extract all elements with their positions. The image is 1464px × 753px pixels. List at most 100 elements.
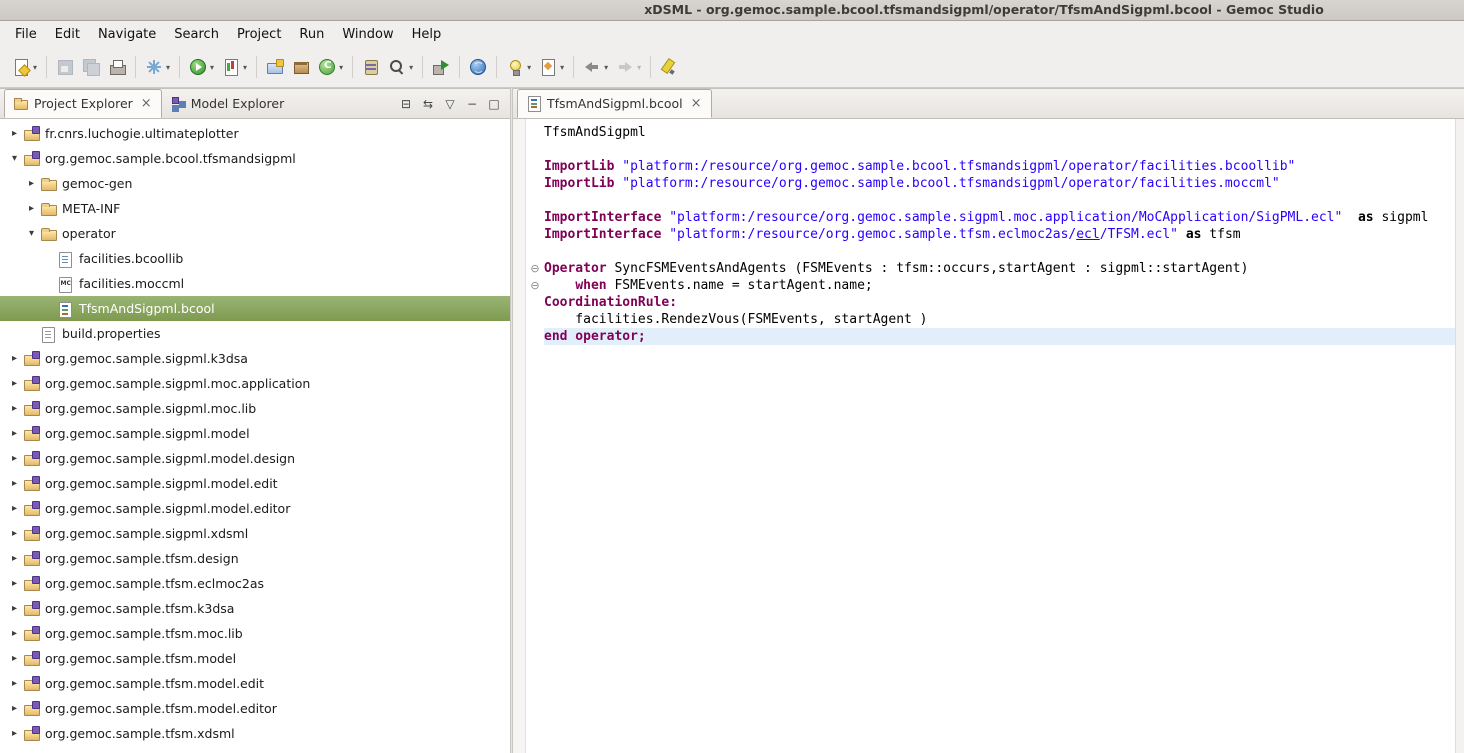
expand-arrow-icon[interactable]: ▸ [23, 178, 40, 189]
expand-arrow-icon[interactable]: ▸ [6, 628, 23, 639]
fold-marker-icon[interactable]: ⊖ [526, 260, 544, 277]
collapse-arrow-icon[interactable]: ▾ [23, 228, 40, 239]
tree-item-org-gemoc-sample-sigpml-model-design[interactable]: ▸org.gemoc.sample.sigpml.model.design [0, 446, 510, 471]
expand-arrow-icon[interactable]: ▸ [6, 478, 23, 489]
dropdown-arrow-icon[interactable]: ▾ [560, 63, 564, 72]
tree-item-gemoc-gen[interactable]: ▸gemoc-gen [0, 171, 510, 196]
menu-item-search[interactable]: Search [165, 23, 228, 46]
dropdown-arrow-icon[interactable]: ▾ [527, 63, 531, 72]
tree-item-org-gemoc-sample-tfsm-design[interactable]: ▸org.gemoc.sample.tfsm.design [0, 546, 510, 571]
tree-item-facilities-moccml[interactable]: facilities.moccml [0, 271, 510, 296]
open-plugin-artifact-button[interactable] [359, 54, 383, 80]
new-class-button[interactable]: ▾ [315, 54, 346, 80]
view-menu-icon[interactable]: ▽ [439, 94, 461, 114]
next-annotation-button[interactable]: ▾ [536, 54, 567, 80]
expand-arrow-icon[interactable]: ▸ [6, 128, 23, 139]
expand-arrow-icon[interactable]: ▸ [6, 453, 23, 464]
code-line-12[interactable]: facilities.RendezVous(FSMEvents, startAg… [526, 311, 1455, 328]
expand-arrow-icon[interactable]: ▸ [6, 653, 23, 664]
tree-item-org-gemoc-sample-sigpml-k3dsa[interactable]: ▸org.gemoc.sample.sigpml.k3dsa [0, 346, 510, 371]
gemoc-engine-button[interactable]: ▾ [142, 54, 173, 80]
menu-item-navigate[interactable]: Navigate [89, 23, 165, 46]
menu-item-run[interactable]: Run [290, 23, 333, 46]
tree-item-meta-inf[interactable]: ▸META-INF [0, 196, 510, 221]
tree-item-operator[interactable]: ▾operator [0, 221, 510, 246]
editor-tab-tfsmandsigpml-bcool[interactable]: TfsmAndSigpml.bcool× [517, 89, 712, 118]
tree-item-org-gemoc-sample-sigpml-moc-lib[interactable]: ▸org.gemoc.sample.sigpml.moc.lib [0, 396, 510, 421]
code-line-13[interactable]: end operator; [526, 328, 1455, 345]
code-line-2[interactable] [526, 141, 1455, 158]
highlight-marker-button[interactable] [657, 54, 681, 80]
maximize-icon[interactable]: □ [483, 94, 505, 114]
expand-arrow-icon[interactable]: ▸ [6, 703, 23, 714]
close-icon[interactable]: × [691, 97, 702, 110]
menu-item-edit[interactable]: Edit [46, 23, 89, 46]
code-line-5[interactable] [526, 192, 1455, 209]
tree-item-org-gemoc-sample-tfsm-k3dsa[interactable]: ▸org.gemoc.sample.tfsm.k3dsa [0, 596, 510, 621]
code-line-7[interactable]: ImportInterface "platform:/resource/org.… [526, 226, 1455, 243]
expand-arrow-icon[interactable]: ▸ [6, 553, 23, 564]
expand-arrow-icon[interactable]: ▸ [6, 578, 23, 589]
expand-arrow-icon[interactable]: ▸ [6, 428, 23, 439]
collapse-arrow-icon[interactable]: ▾ [6, 153, 23, 164]
back-button[interactable]: ▾ [580, 54, 611, 80]
tree-item-org-gemoc-sample-tfsm-eclmoc2as[interactable]: ▸org.gemoc.sample.tfsm.eclmoc2as [0, 571, 510, 596]
dropdown-arrow-icon[interactable]: ▾ [409, 63, 413, 72]
expand-arrow-icon[interactable]: ▸ [6, 678, 23, 689]
code-line-10[interactable]: ⊖ when FSMEvents.name = startAgent.name; [526, 277, 1455, 294]
view-tab-model-explorer[interactable]: Model Explorer [162, 89, 294, 118]
web-browser-button[interactable] [466, 54, 490, 80]
code-line-1[interactable]: TfsmAndSigpml [526, 124, 1455, 141]
tree-item-build-properties[interactable]: build.properties [0, 321, 510, 346]
expand-arrow-icon[interactable]: ▸ [6, 528, 23, 539]
external-tools-button[interactable] [429, 54, 453, 80]
tree-item-org-gemoc-sample-tfsm-xdsml[interactable]: ▸org.gemoc.sample.tfsm.xdsml [0, 721, 510, 746]
tree-item-org-gemoc-sample-tfsm-model-editor[interactable]: ▸org.gemoc.sample.tfsm.model.editor [0, 696, 510, 721]
expand-arrow-icon[interactable]: ▸ [6, 503, 23, 514]
tree-item-fr-cnrs-luchogie-ultimateplotter[interactable]: ▸fr.cnrs.luchogie.ultimateplotter [0, 121, 510, 146]
tree-item-org-gemoc-sample-sigpml-model-edit[interactable]: ▸org.gemoc.sample.sigpml.model.edit [0, 471, 510, 496]
tree-item-tfsmandsigpml-bcool[interactable]: TfsmAndSigpml.bcool [0, 296, 510, 321]
dropdown-arrow-icon[interactable]: ▾ [210, 63, 214, 72]
open-task-button[interactable]: ▾ [503, 54, 534, 80]
run-button[interactable]: ▾ [186, 54, 217, 80]
code-area[interactable]: TfsmAndSigpml ImportLib "platform:/resour… [526, 119, 1455, 753]
code-line-6[interactable]: ImportInterface "platform:/resource/org.… [526, 209, 1455, 226]
expand-arrow-icon[interactable]: ▸ [6, 603, 23, 614]
tree-item-facilities-bcoollib[interactable]: facilities.bcoollib [0, 246, 510, 271]
tree-item-org-gemoc-sample-sigpml-model[interactable]: ▸org.gemoc.sample.sigpml.model [0, 421, 510, 446]
menu-item-project[interactable]: Project [228, 23, 290, 46]
code-line-3[interactable]: ImportLib "platform:/resource/org.gemoc.… [526, 158, 1455, 175]
new-java-project-button[interactable] [263, 54, 287, 80]
close-icon[interactable]: × [141, 97, 152, 110]
menu-item-help[interactable]: Help [403, 23, 451, 46]
tree-item-org-gemoc-sample-sigpml-xdsml[interactable]: ▸org.gemoc.sample.sigpml.xdsml [0, 521, 510, 546]
tree-item-org-gemoc-sample-tfsm-moc-lib[interactable]: ▸org.gemoc.sample.tfsm.moc.lib [0, 621, 510, 646]
dropdown-arrow-icon[interactable]: ▾ [243, 63, 247, 72]
search-button[interactable]: ▾ [385, 54, 416, 80]
code-line-11[interactable]: CoordinationRule: [526, 294, 1455, 311]
dropdown-arrow-icon[interactable]: ▾ [339, 63, 343, 72]
titlebar[interactable]: xDSML - org.gemoc.sample.bcool.tfsmandsi… [0, 0, 1464, 21]
expand-arrow-icon[interactable]: ▸ [23, 203, 40, 214]
tree-item-org-gemoc-sample-sigpml-model-editor[interactable]: ▸org.gemoc.sample.sigpml.model.editor [0, 496, 510, 521]
code-line-8[interactable] [526, 243, 1455, 260]
dropdown-arrow-icon[interactable]: ▾ [33, 63, 37, 72]
tree-item-org-gemoc-sample-sigpml-moc-application[interactable]: ▸org.gemoc.sample.sigpml.moc.application [0, 371, 510, 396]
view-tab-project-explorer[interactable]: Project Explorer× [4, 89, 162, 118]
code-line-9[interactable]: ⊖Operator SyncFSMEventsAndAgents (FSMEve… [526, 260, 1455, 277]
dropdown-arrow-icon[interactable]: ▾ [166, 63, 170, 72]
coverage-button[interactable]: ▾ [219, 54, 250, 80]
expand-arrow-icon[interactable]: ▸ [6, 403, 23, 414]
tree-item-org-gemoc-sample-tfsm-model[interactable]: ▸org.gemoc.sample.tfsm.model [0, 646, 510, 671]
menu-item-file[interactable]: File [6, 23, 46, 46]
collapse-all-icon[interactable]: ⊟ [395, 94, 417, 114]
menu-item-window[interactable]: Window [333, 23, 402, 46]
new-wizard-button[interactable]: ▾ [9, 54, 40, 80]
minimize-icon[interactable]: − [461, 94, 483, 114]
fold-marker-icon[interactable]: ⊖ [526, 277, 544, 294]
code-line-4[interactable]: ImportLib "platform:/resource/org.gemoc.… [526, 175, 1455, 192]
link-with-editor-icon[interactable]: ⇆ [417, 94, 439, 114]
tree-item-org-gemoc-sample-bcool-tfsmandsigpml[interactable]: ▾org.gemoc.sample.bcool.tfsmandsigpml [0, 146, 510, 171]
expand-arrow-icon[interactable]: ▸ [6, 378, 23, 389]
